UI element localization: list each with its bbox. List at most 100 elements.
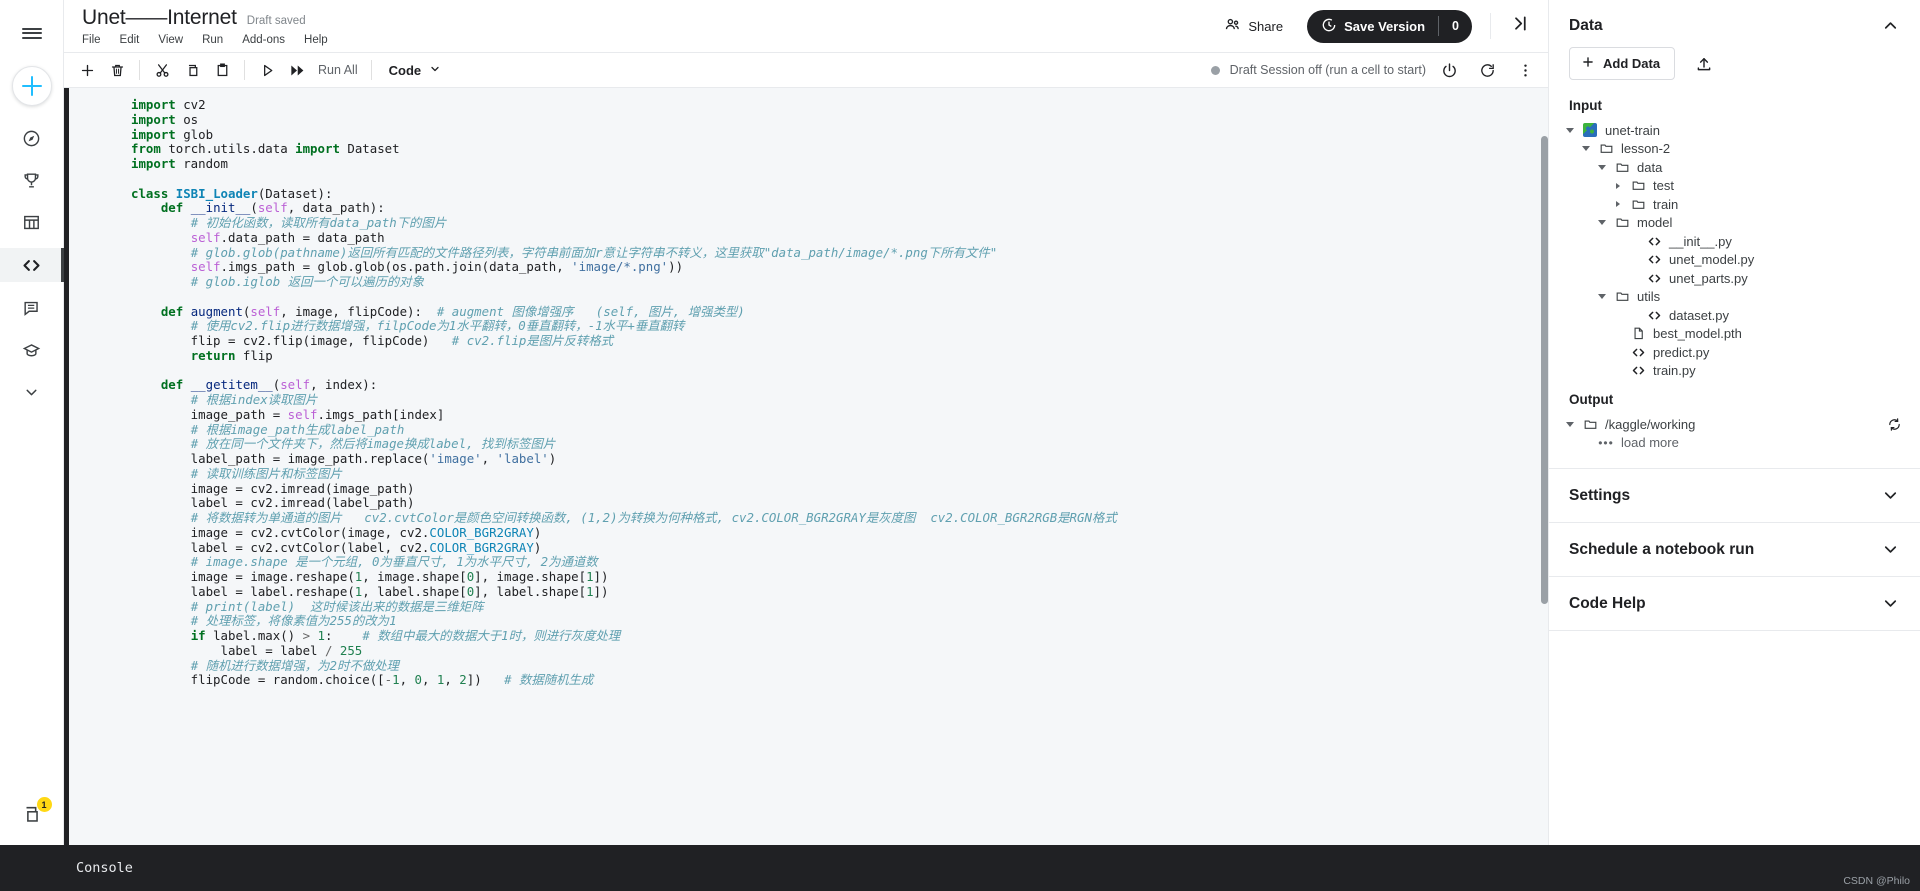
menu-item-file[interactable]: File <box>82 34 101 46</box>
session-status-label: Draft Session off (run a cell to start) <box>1229 63 1426 77</box>
menu-icon[interactable] <box>0 10 64 56</box>
sidebar-item-datasets[interactable] <box>0 206 64 238</box>
cell-type-label: Code <box>388 62 422 78</box>
code-cell-body[interactable]: import cv2 import os import glob from to… <box>69 88 1548 845</box>
collapse-panel-button[interactable] <box>1505 9 1534 43</box>
code-scrollbar-track[interactable] <box>1541 88 1548 845</box>
tree-item-label: train.py <box>1653 363 1696 379</box>
caret-down-icon[interactable] <box>1561 127 1579 133</box>
sidebar-more-button[interactable] <box>0 376 64 408</box>
tree-item[interactable]: ••• load more <box>1561 434 1908 453</box>
menu-bar: File Edit View Run Add-ons Help <box>82 34 328 46</box>
run-all-icon[interactable] <box>282 56 312 84</box>
menu-item-help[interactable]: Help <box>304 34 328 46</box>
save-version-count: 0 <box>1438 16 1472 36</box>
upload-icon[interactable] <box>1689 49 1719 79</box>
sidebar-item-discussions[interactable] <box>0 292 64 324</box>
header-divider <box>1490 13 1491 39</box>
tree-item-label: utils <box>1637 289 1661 305</box>
add-cell-icon[interactable] <box>72 56 102 84</box>
run-icon[interactable] <box>252 56 282 84</box>
code-icon <box>1643 308 1665 323</box>
tree-item[interactable]: unet_parts.py <box>1561 269 1908 288</box>
code-cell[interactable]: import cv2 import os import glob from to… <box>64 88 1548 845</box>
page-title[interactable]: Unet——Internet <box>82 6 237 30</box>
tree-item[interactable]: lesson-2 <box>1561 140 1908 159</box>
tree-item[interactable]: /kaggle/working <box>1561 415 1908 434</box>
paste-icon[interactable] <box>207 56 237 84</box>
tree-item[interactable]: train.py <box>1561 362 1908 381</box>
tree-item[interactable]: unet_model.py <box>1561 251 1908 270</box>
code-editor[interactable]: import cv2 import os import glob from to… <box>69 97 1548 688</box>
copy-icon[interactable] <box>177 56 207 84</box>
caret-down-icon[interactable] <box>1593 294 1611 300</box>
caret-down-icon[interactable] <box>1561 421 1579 427</box>
tree-item[interactable]: __init__.py <box>1561 232 1908 251</box>
settings-section[interactable]: Settings <box>1549 469 1920 522</box>
tree-item[interactable]: predict.py <box>1561 343 1908 362</box>
caret-right-icon[interactable] <box>1609 201 1627 208</box>
toolbar-right: Draft Session off (run a cell to start) <box>1210 56 1548 84</box>
code-icon <box>1627 363 1649 378</box>
caret-down-icon[interactable] <box>1593 220 1611 226</box>
menu-item-view[interactable]: View <box>158 34 183 46</box>
power-icon[interactable] <box>1434 56 1464 84</box>
sidebar-item-home[interactable] <box>0 122 64 154</box>
share-button[interactable]: Share <box>1212 9 1295 43</box>
caret-right-icon[interactable] <box>1609 182 1627 189</box>
schedule-section[interactable]: Schedule a notebook run <box>1549 523 1920 576</box>
tree-item[interactable]: unet-train <box>1561 121 1908 140</box>
menu-item-edit[interactable]: Edit <box>120 34 140 46</box>
schedule-label: Schedule a notebook run <box>1569 540 1755 558</box>
sidebar-item-learn[interactable] <box>0 334 64 366</box>
header-actions: Share Save Version 0 <box>1212 0 1548 52</box>
refresh-icon[interactable] <box>1887 417 1908 432</box>
right-data-panel: Data Add Data Input unet-train lesson-2 … <box>1548 0 1920 845</box>
code-icon <box>1643 271 1665 286</box>
tree-item[interactable]: test <box>1561 177 1908 196</box>
output-label: Output <box>1569 392 1614 407</box>
code-icon <box>21 255 42 276</box>
tree-item[interactable]: utils <box>1561 288 1908 307</box>
caret-down-icon[interactable] <box>1593 164 1611 170</box>
tree-item-label: best_model.pth <box>1653 326 1742 342</box>
kaggle-notebook-app: 1 Unet——Internet Draft saved File Edit V… <box>0 0 1920 891</box>
home-compass-icon <box>22 129 41 148</box>
restart-icon[interactable] <box>1472 56 1502 84</box>
tree-item[interactable]: train <box>1561 195 1908 214</box>
run-all-label[interactable]: Run All <box>312 63 364 77</box>
console-bar[interactable]: Console CSDN @Philo <box>0 845 1920 891</box>
tree-item[interactable]: best_model.pth <box>1561 325 1908 344</box>
chevron-down-icon[interactable] <box>1881 540 1900 559</box>
delete-cell-icon[interactable] <box>102 56 132 84</box>
caret-down-icon[interactable] <box>1577 146 1595 152</box>
cut-icon[interactable] <box>147 56 177 84</box>
share-label: Share <box>1248 18 1284 34</box>
chevron-down-icon[interactable] <box>1881 594 1900 613</box>
code-icon <box>1643 252 1665 267</box>
menu-item-addons[interactable]: Add-ons <box>242 34 285 46</box>
code-help-label: Code Help <box>1569 594 1646 612</box>
tree-item[interactable]: model <box>1561 214 1908 233</box>
save-version-label: Save Version <box>1344 18 1426 34</box>
app-body: 1 Unet——Internet Draft saved File Edit V… <box>0 0 1920 845</box>
tree-item[interactable]: dataset.py <box>1561 306 1908 325</box>
save-version-button[interactable]: Save Version 0 <box>1307 9 1472 43</box>
code-help-section[interactable]: Code Help <box>1549 577 1920 630</box>
sidebar-item-competitions[interactable] <box>0 164 64 196</box>
share-people-icon <box>1224 16 1241 36</box>
sidebar-item-code[interactable] <box>0 248 64 282</box>
datasets-table-icon <box>22 213 41 232</box>
cell-type-select[interactable]: Code <box>383 63 448 78</box>
create-new-button[interactable] <box>11 66 52 106</box>
chevron-down-icon[interactable] <box>1881 486 1900 505</box>
more-vertical-icon[interactable] <box>1510 56 1540 84</box>
tree-item[interactable]: data <box>1561 158 1908 177</box>
add-data-button[interactable]: Add Data <box>1569 47 1676 80</box>
chevron-up-icon[interactable] <box>1881 16 1900 35</box>
menu-item-run[interactable]: Run <box>202 34 223 46</box>
console-toggle-button[interactable]: 1 <box>21 797 52 831</box>
code-scrollbar-thumb[interactable] <box>1541 136 1548 604</box>
data-section-header[interactable]: Data <box>1549 0 1920 45</box>
input-file-tree: unet-train lesson-2 data test train model __in… <box>1549 121 1920 386</box>
